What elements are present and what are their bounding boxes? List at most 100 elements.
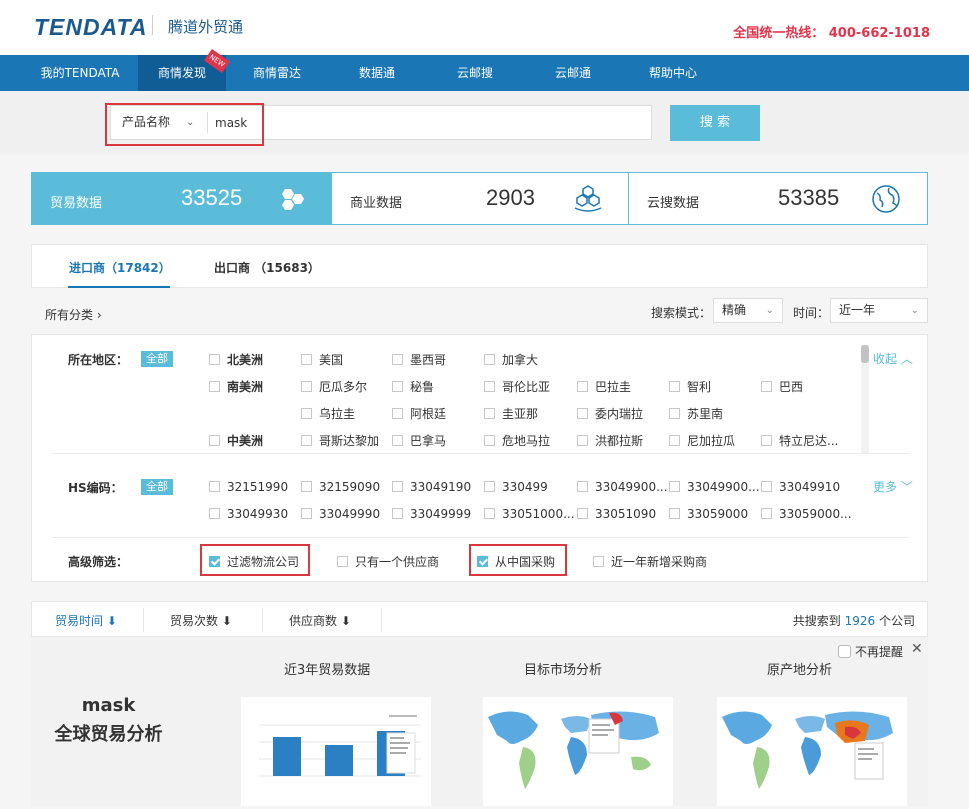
region-south-america[interactable]: 南美洲	[209, 378, 263, 395]
no-remind-option[interactable]: 不再提醒	[838, 643, 903, 660]
region-chile[interactable]: 智利	[669, 378, 711, 395]
region-colombia[interactable]: 哥伦比亚	[484, 378, 550, 395]
checkbox[interactable]	[669, 481, 680, 492]
checkbox[interactable]	[392, 508, 403, 519]
region-nicaragua[interactable]: 尼加拉瓜	[669, 432, 735, 449]
search-mode-select[interactable]: 精确 ⌄	[713, 298, 783, 323]
hs-more-link[interactable]: 更多 ﹀	[873, 478, 913, 495]
hs-code-item[interactable]: 33049990	[301, 507, 380, 521]
checkbox[interactable]	[761, 508, 772, 519]
checkbox[interactable]	[669, 408, 680, 419]
region-collapse-link[interactable]: 收起 ︿	[873, 350, 913, 367]
checkbox[interactable]	[593, 556, 604, 567]
region-venezuela[interactable]: 委内瑞拉	[577, 405, 643, 422]
hs-code-item[interactable]: 32159090	[301, 480, 380, 494]
trade-chart-thumbnail[interactable]	[241, 697, 431, 806]
checkbox[interactable]	[392, 435, 403, 446]
region-guyana[interactable]: 圭亚那	[484, 405, 538, 422]
region-uruguay[interactable]: 乌拉圭	[301, 405, 355, 422]
checkbox[interactable]	[484, 354, 495, 365]
checkbox[interactable]	[761, 481, 772, 492]
stat-cloud-search-data[interactable]: 云搜数据 53385	[629, 173, 927, 224]
checkbox[interactable]	[484, 481, 495, 492]
nav-help[interactable]: 帮助中心	[644, 55, 702, 91]
nav-discovery[interactable]: 商情发现 NEW	[138, 48, 231, 91]
hs-code-item[interactable]: 33051000...	[484, 507, 575, 521]
sort-trade-count[interactable]: 贸易次数 ⬇	[170, 612, 232, 629]
checkbox[interactable]	[209, 481, 220, 492]
checkbox[interactable]	[392, 481, 403, 492]
hs-code-item[interactable]: 33059000...	[761, 507, 852, 521]
checkbox[interactable]	[761, 381, 772, 392]
filter-new-buyers[interactable]: 近一年新增采购商	[593, 553, 707, 570]
region-mexico[interactable]: 墨西哥	[392, 351, 446, 368]
region-argentina[interactable]: 阿根廷	[392, 405, 446, 422]
close-icon[interactable]: ✕	[911, 641, 923, 657]
time-select[interactable]: 近一年 ⌄	[830, 298, 928, 323]
hs-code-item[interactable]: 33059000	[669, 507, 748, 521]
region-north-america[interactable]: 北美洲	[209, 351, 263, 368]
stat-trade-data[interactable]: 贸易数据 33525	[32, 173, 331, 224]
nav-cloud-mail-search[interactable]: 云邮搜	[448, 55, 502, 91]
region-peru[interactable]: 秘鲁	[392, 378, 434, 395]
checkbox[interactable]	[209, 354, 220, 365]
hs-code-item[interactable]: 33049190	[392, 480, 471, 494]
tendata-logo[interactable]: TENDATA	[34, 14, 147, 41]
checkbox[interactable]	[337, 556, 348, 567]
checkbox[interactable]	[669, 381, 680, 392]
checkbox[interactable]	[392, 408, 403, 419]
region-brazil[interactable]: 巴西	[761, 378, 803, 395]
checkbox[interactable]	[577, 435, 588, 446]
checkbox[interactable]	[301, 481, 312, 492]
region-canada[interactable]: 加拿大	[484, 351, 538, 368]
checkbox[interactable]	[301, 508, 312, 519]
checkbox[interactable]	[577, 481, 588, 492]
nav-data[interactable]: 数据通	[350, 55, 404, 91]
hs-code-item[interactable]: 33049900...	[669, 480, 760, 494]
checkbox[interactable]	[577, 508, 588, 519]
checkbox[interactable]	[301, 381, 312, 392]
checkbox[interactable]	[301, 408, 312, 419]
region-us[interactable]: 美国	[301, 351, 343, 368]
checkbox[interactable]	[209, 435, 220, 446]
region-guatemala[interactable]: 危地马拉	[484, 432, 550, 449]
hs-code-item[interactable]: 33049910	[761, 480, 840, 494]
region-all-button[interactable]: 全部	[141, 351, 173, 367]
region-panama[interactable]: 巴拿马	[392, 432, 446, 449]
checkbox[interactable]	[484, 435, 495, 446]
checkbox[interactable]	[392, 381, 403, 392]
checkbox[interactable]	[484, 508, 495, 519]
origin-map-thumbnail[interactable]	[717, 697, 907, 806]
region-central-america[interactable]: 中美洲	[209, 432, 263, 449]
checkbox[interactable]	[301, 435, 312, 446]
checkbox[interactable]	[669, 435, 680, 446]
hs-code-item[interactable]: 33049900...	[577, 480, 668, 494]
hs-code-item[interactable]: 32151990	[209, 480, 288, 494]
region-honduras[interactable]: 洪都拉斯	[577, 432, 643, 449]
hs-all-button[interactable]: 全部	[141, 479, 173, 495]
checkbox[interactable]	[761, 435, 772, 446]
sort-supplier-count[interactable]: 供应商数 ⬇	[289, 612, 351, 629]
checkbox[interactable]	[392, 354, 403, 365]
nav-cloud-mail[interactable]: 云邮通	[546, 55, 600, 91]
region-trinidad[interactable]: 特立尼达...	[761, 432, 838, 449]
checkbox[interactable]	[209, 508, 220, 519]
scroll-thumb[interactable]	[861, 345, 869, 363]
checkbox[interactable]	[484, 381, 495, 392]
region-costa-rica[interactable]: 哥斯达黎加	[301, 432, 379, 449]
sort-trade-time[interactable]: 贸易时间 ⬇	[55, 612, 117, 629]
target-market-map-thumbnail[interactable]	[483, 697, 673, 806]
region-paraguay[interactable]: 巴拉圭	[577, 378, 631, 395]
nav-radar[interactable]: 商情雷达	[247, 55, 307, 91]
tab-importers[interactable]: 进口商（17842）	[69, 259, 171, 276]
checkbox[interactable]	[669, 508, 680, 519]
hs-code-item[interactable]: 33049999	[392, 507, 471, 521]
checkbox[interactable]	[209, 381, 220, 392]
stat-business-data[interactable]: 商业数据 2903	[332, 173, 628, 224]
hs-code-item[interactable]: 330499	[484, 480, 548, 494]
checkbox[interactable]	[577, 408, 588, 419]
region-scrollbar[interactable]	[861, 345, 869, 453]
region-ecuador[interactable]: 厄瓜多尔	[301, 378, 367, 395]
search-button[interactable]: 搜 索	[670, 105, 760, 141]
checkbox[interactable]	[301, 354, 312, 365]
